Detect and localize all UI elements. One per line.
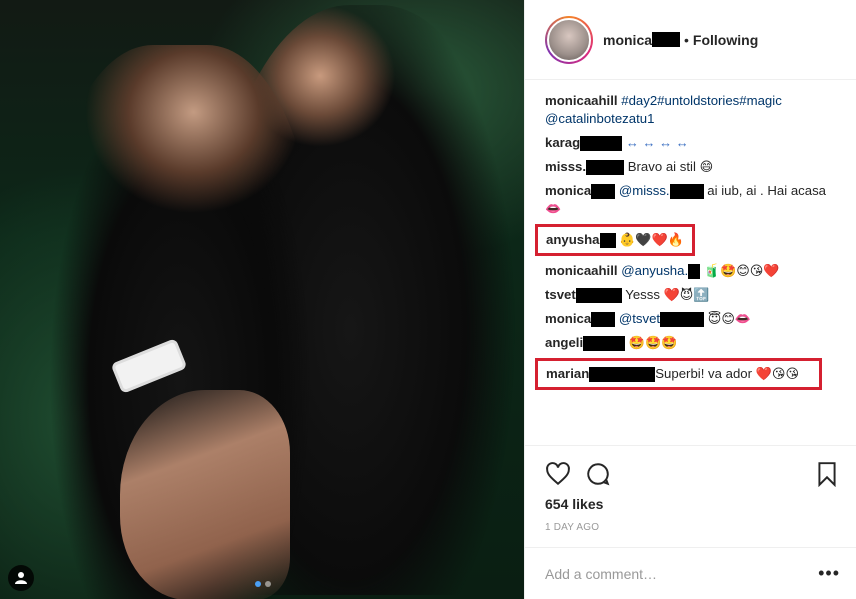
redaction-box [586,160,625,176]
header-user: monica • Following [603,32,758,48]
add-comment-bar: Add a comment… ••• [525,547,856,599]
comment-row: monica @misss. ai iub, ai . Hai acasa 👄 [545,182,840,218]
post-timestamp[interactable]: 1 DAY AGO [545,522,840,533]
comment-username[interactable]: tsvet [545,287,576,302]
comment-emoji: ❤️😘😘 [755,366,799,381]
comment-emoji: 😇😊👄 [707,311,752,326]
redaction-box [583,336,626,352]
more-options-icon[interactable]: ••• [818,563,840,584]
post-header: monica • Following [525,0,856,80]
header-separator: • [684,31,689,48]
caption-mention[interactable]: @catalinbotezatu1 [545,111,654,126]
comment-username[interactable]: angeli [545,335,583,350]
comment-emoji: 👶🖤❤️🔥 [619,232,684,247]
comment-username[interactable]: monica [545,183,591,198]
comment-row: monicaahill @anyusha. 🧃🤩😊😘❤️ [545,262,840,280]
caption-hashtags[interactable]: #day2#untoldstories#magic [621,93,782,108]
comment-text: Superbi! va ador [655,366,753,381]
comment-row-highlighted: anyusha 👶🖤❤️🔥 [535,224,840,256]
redaction-box [591,184,616,200]
redaction-box [669,184,704,200]
comments-list: monicaahill #day2#untoldstories#magic @c… [525,80,856,445]
redaction-box [652,32,681,47]
comment-row-highlighted: marian Superbi! va ador ❤️😘😘 [535,358,840,390]
comment-row: angeli 🤩🤩🤩 [545,334,840,352]
post-sidebar: monica • Following monicaahill #day2#untol… [524,0,856,599]
comment-username[interactable]: karag [545,135,580,150]
user-tag-icon[interactable] [8,565,34,591]
comment-emoji: 👄 [545,201,562,216]
comment-mention[interactable]: @tsvet [619,311,660,326]
comment-username[interactable]: anyusha [546,232,600,247]
comment-emoji: ❤️😈🔝 [663,287,710,302]
comment-mention[interactable]: @anyusha. [621,263,688,278]
comment-username[interactable]: monicaahill [545,93,618,108]
carousel-dot[interactable] [265,581,271,587]
highlight-box: marian Superbi! va ador ❤️😘😘 [535,358,822,390]
redaction-box [589,367,656,383]
highlight-box: anyusha 👶🖤❤️🔥 [535,224,695,256]
comment-row: tsvet Yesss ❤️😈🔝 [545,286,840,304]
comment-emoji: 🤩🤩🤩 [628,335,678,350]
instagram-post: monica • Following monicaahill #day2#untol… [0,0,856,599]
redaction-box [660,312,705,328]
comment-username[interactable]: marian [546,366,589,381]
bookmark-icon[interactable] [814,461,840,487]
heart-icon[interactable] [545,461,571,487]
redaction-box [575,288,622,304]
redaction-box [688,264,701,280]
comment-username[interactable]: misss. [545,159,586,174]
comment-row: misss. Bravo ai stil 😄 [545,158,840,176]
redaction-box [580,136,623,152]
caption: monicaahill #day2#untoldstories#magic @c… [545,92,840,128]
photo-legs [120,390,290,599]
person-icon [15,572,27,584]
comment-input[interactable]: Add a comment… [545,566,818,582]
post-photo[interactable] [0,0,524,599]
comment-username[interactable]: monicaahill [545,263,618,278]
comment-text: Bravo ai stil [627,159,696,174]
action-icons [545,454,840,494]
comment-row: karag ↔ ↔ ↔ ↔ [545,134,840,152]
likes-count[interactable]: 654 likes [545,496,840,512]
carousel-dots [255,581,271,587]
avatar[interactable] [545,15,593,64]
comment-username[interactable]: monica [545,311,591,326]
carousel-dot-active [255,581,261,587]
header-username[interactable]: monica [603,32,652,48]
redaction-box [599,233,616,249]
comment-row: monica @tsvet 😇😊👄 [545,310,840,328]
comment-text: ai iub, ai . Hai acasa [707,183,827,198]
comment-mention[interactable]: @misss. [619,183,670,198]
post-actions: 654 likes 1 DAY AGO [525,445,856,547]
comment-emoji: ↔ ↔ ↔ ↔ [625,135,689,150]
comment-text: Yesss [625,287,660,302]
comment-emoji: 🧃🤩😊😘❤️ [703,263,780,278]
comment-icon[interactable] [585,461,611,487]
follow-button[interactable]: Following [693,32,758,48]
avatar-image [547,17,591,62]
comment-emoji: 😄 [699,159,714,174]
redaction-box [591,312,616,328]
